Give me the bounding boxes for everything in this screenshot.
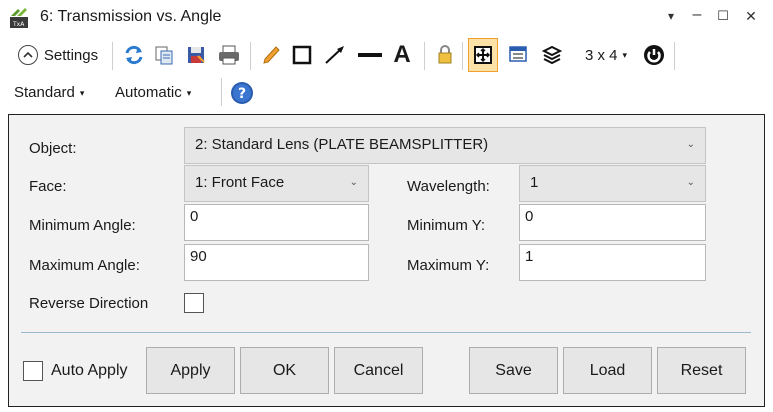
chevron-down-icon: ⌄ <box>686 139 695 150</box>
max-angle-input[interactable]: 90 <box>184 244 369 281</box>
toolbar-separator <box>250 42 251 70</box>
grid-toggle-icon[interactable] <box>468 38 498 72</box>
reverse-direction-checkbox[interactable] <box>184 293 204 313</box>
lock-icon[interactable] <box>432 38 458 72</box>
chevron-down-icon: ▾ <box>186 87 192 98</box>
text-icon[interactable]: A <box>388 38 416 72</box>
window-icon[interactable] <box>504 38 532 72</box>
auto-apply-label: Auto Apply <box>51 362 128 379</box>
automatic-dropdown[interactable]: Automatic ▾ <box>115 84 191 101</box>
settings-button[interactable]: Settings <box>8 38 108 72</box>
save-button[interactable]: Save <box>469 347 558 394</box>
wavelength-label: Wavelength: <box>407 178 490 195</box>
settings-panel: Object: 2: Standard Lens (PLATE BEAMSPLI… <box>8 114 765 407</box>
maximize-icon[interactable]: ☐ <box>712 8 734 24</box>
max-y-label: Maximum Y: <box>407 257 490 274</box>
refresh-icon[interactable] <box>120 38 148 72</box>
arrow-icon[interactable] <box>320 38 350 72</box>
toolbar-separator <box>221 78 222 106</box>
min-y-input[interactable]: 0 <box>519 204 706 241</box>
rectangle-icon[interactable] <box>288 38 316 72</box>
min-angle-input[interactable]: 0 <box>184 204 369 241</box>
svg-text:TxA: TxA <box>12 21 25 28</box>
layout-dropdown[interactable]: 3 x 4 ▾ <box>576 38 636 72</box>
secondary-toolbar: Standard ▾ Automatic ▾ ? <box>0 76 773 110</box>
line-icon[interactable] <box>354 38 386 72</box>
save-icon[interactable] <box>182 38 210 72</box>
min-angle-label: Minimum Angle: <box>29 217 136 234</box>
max-angle-label: Maximum Angle: <box>29 257 140 274</box>
chevron-down-icon: ⌄ <box>686 177 695 188</box>
layout-label: 3 x 4 <box>584 46 618 64</box>
help-icon[interactable]: ? <box>230 81 254 109</box>
pencil-icon[interactable] <box>258 38 284 72</box>
power-icon[interactable] <box>640 38 668 72</box>
layers-icon[interactable] <box>538 38 566 72</box>
automatic-label: Automatic <box>115 84 182 101</box>
settings-label: Settings <box>43 46 99 64</box>
toolbar-separator <box>424 42 425 70</box>
wavelength-value: 1 <box>530 174 539 191</box>
divider <box>21 332 751 333</box>
auto-apply-checkbox[interactable] <box>23 361 43 381</box>
toolbar: Settings A 3 x 4 ▾ <box>0 38 773 74</box>
chevron-down-icon: ▾ <box>79 87 85 98</box>
face-label: Face: <box>29 178 67 195</box>
reset-button[interactable]: Reset <box>657 347 746 394</box>
apply-button[interactable]: Apply <box>146 347 235 394</box>
app-icon: TxA <box>8 6 30 30</box>
toolbar-separator <box>462 42 463 70</box>
face-value: 1: Front Face <box>195 174 285 191</box>
minimize-icon[interactable]: – <box>686 6 708 24</box>
standard-dropdown[interactable]: Standard ▾ <box>14 84 84 101</box>
chevron-down-icon: ⌄ <box>349 177 358 188</box>
chevron-down-icon: ▾ <box>622 49 628 60</box>
load-button[interactable]: Load <box>563 347 652 394</box>
svg-text:?: ? <box>238 86 246 102</box>
ok-button[interactable]: OK <box>240 347 329 394</box>
object-label: Object: <box>29 140 77 157</box>
max-y-input[interactable]: 1 <box>519 244 706 281</box>
copy-icon[interactable] <box>150 38 178 72</box>
print-icon[interactable] <box>214 38 244 72</box>
object-select[interactable]: 2: Standard Lens (PLATE BEAMSPLITTER) ⌄ <box>184 127 706 164</box>
title-bar: TxA 6: Transmission vs. Angle ▾ – ☐ ✕ <box>0 0 773 36</box>
face-select[interactable]: 1: Front Face ⌄ <box>184 165 369 202</box>
close-icon[interactable]: ✕ <box>740 8 762 25</box>
window-menu-icon[interactable]: ▾ <box>660 9 682 23</box>
reverse-direction-label: Reverse Direction <box>29 295 149 312</box>
toolbar-separator <box>112 42 113 70</box>
object-value: 2: Standard Lens (PLATE BEAMSPLITTER) <box>195 136 489 153</box>
cancel-button[interactable]: Cancel <box>334 347 423 394</box>
toolbar-separator <box>674 42 675 70</box>
min-y-label: Minimum Y: <box>407 217 486 234</box>
window-title: 6: Transmission vs. Angle <box>40 8 222 25</box>
standard-label: Standard <box>14 84 75 101</box>
chevron-up-icon <box>17 45 38 65</box>
wavelength-select[interactable]: 1 ⌄ <box>519 165 706 202</box>
